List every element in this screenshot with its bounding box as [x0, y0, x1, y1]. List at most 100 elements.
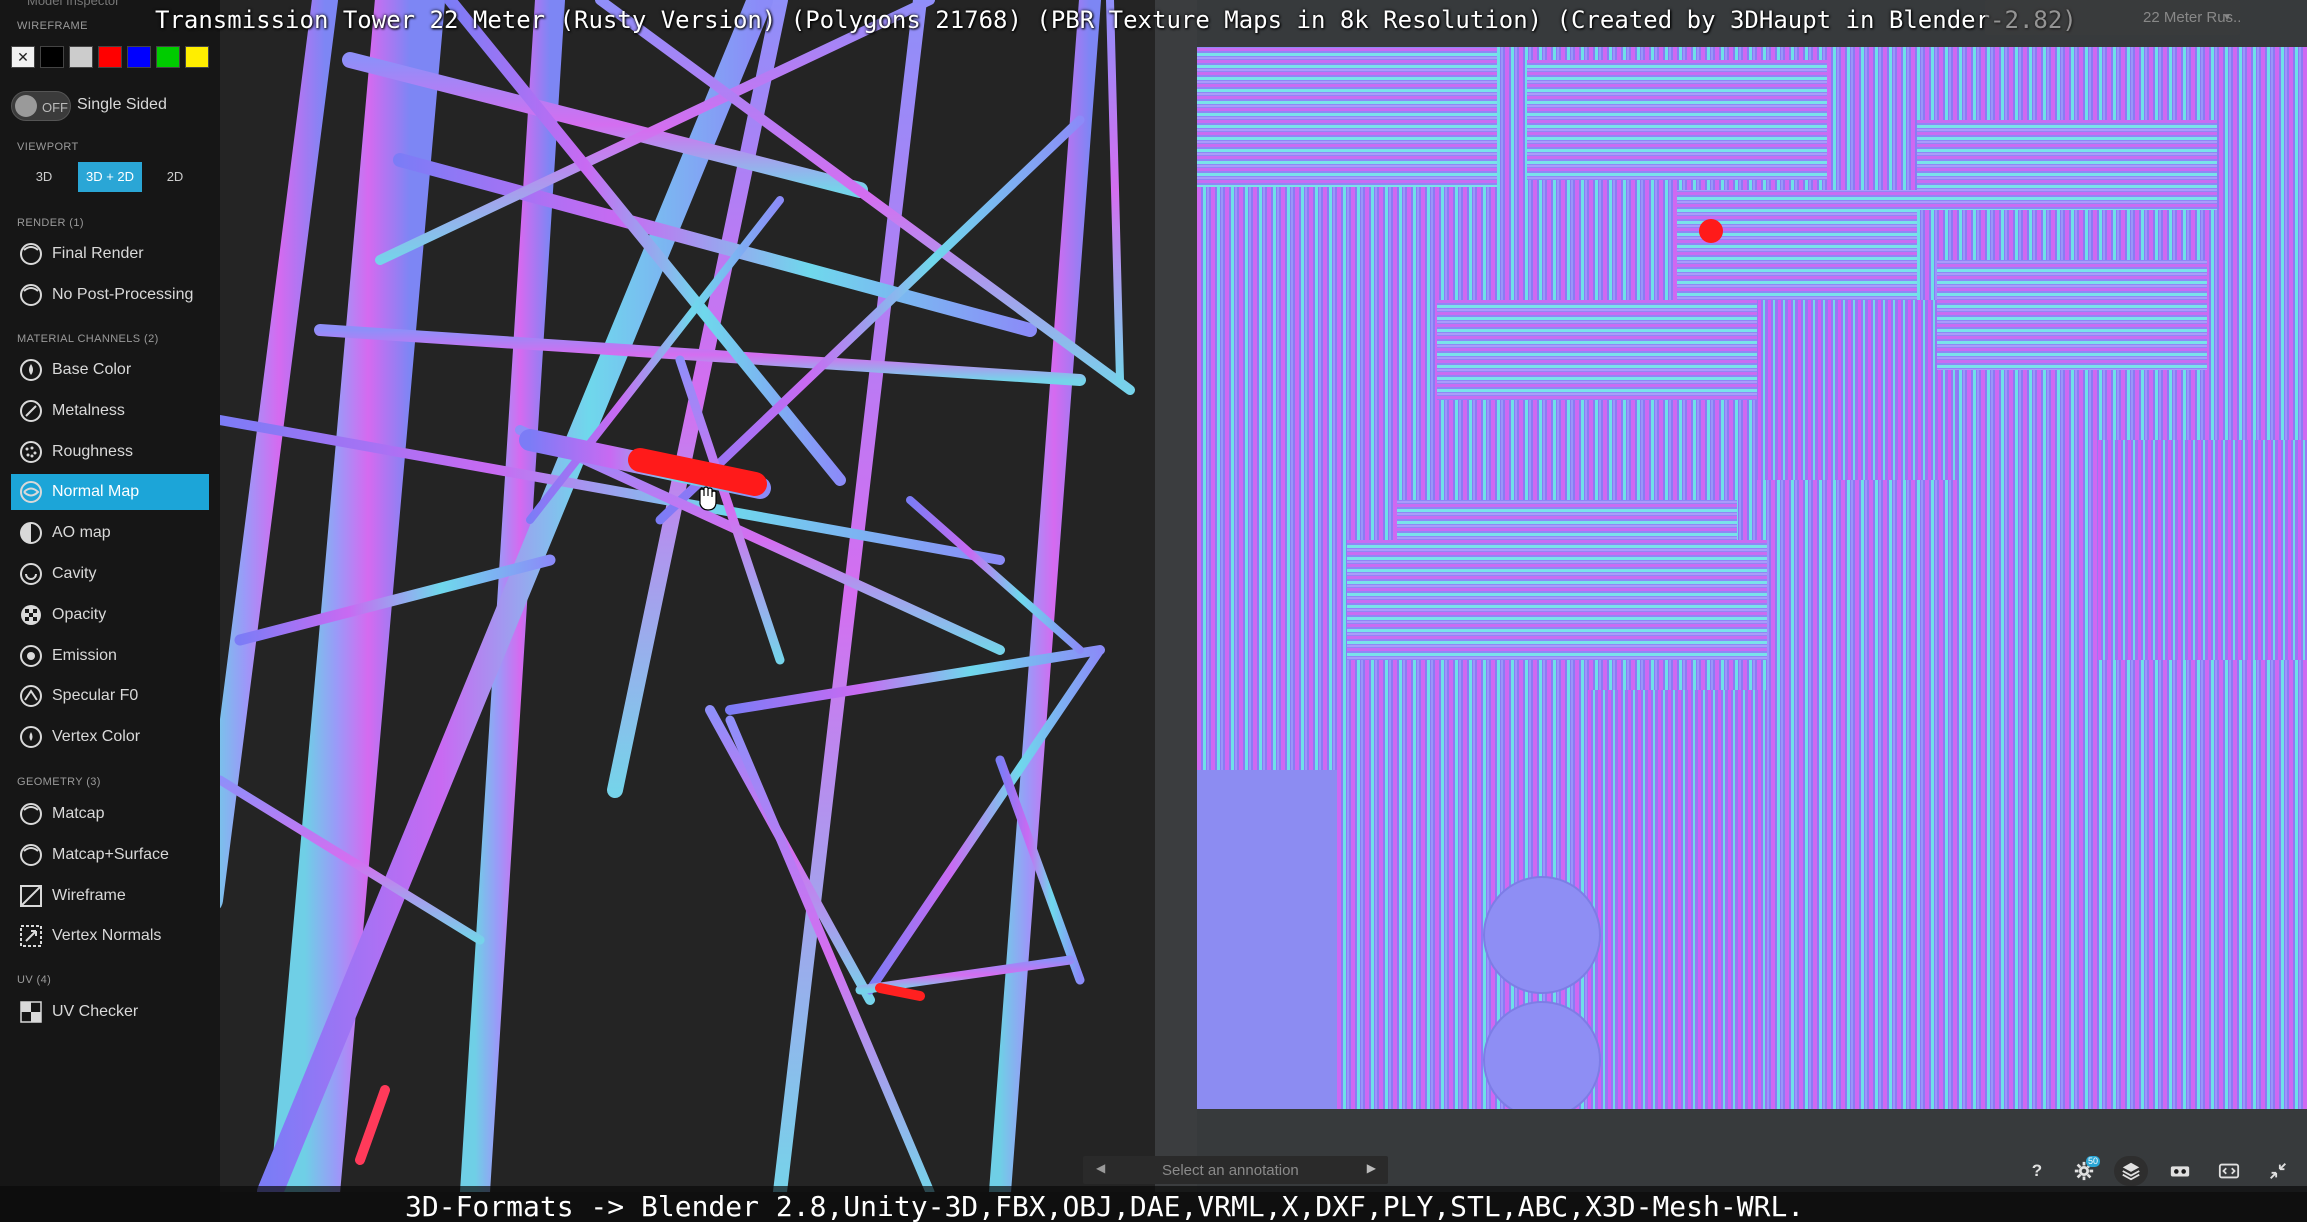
help-icon: ? — [2031, 1161, 2043, 1180]
2d-uv-viewport[interactable] — [1197, 0, 2307, 1192]
chevron-down-icon: ▼ — [2222, 12, 2232, 23]
annotation-placeholder: Select an annotation — [1162, 1162, 1299, 1179]
normal-map-icon — [18, 479, 44, 505]
vr-button[interactable] — [2163, 1156, 2197, 1186]
3d-viewport[interactable] — [220, 0, 1155, 1192]
channel-item-no-post-processing[interactable]: No Post-Processing — [11, 277, 209, 313]
uv-label: UV (4) — [17, 974, 52, 986]
single-sided-label: Single Sided — [77, 96, 167, 113]
channel-item-label: AO map — [52, 524, 111, 542]
wireframe-color-swatch[interactable]: ✕ — [11, 46, 35, 68]
viewport-option-3d2d[interactable]: 3D + 2D — [78, 162, 142, 192]
close-icon: ✕ — [17, 49, 29, 65]
channel-item-metalness[interactable]: Metalness — [11, 393, 209, 429]
channel-item-matcap-surface[interactable]: Matcap+Surface — [11, 837, 209, 873]
formats-caption: 3D-Formats -> Blender 2.8,Unity-3D,FBX,O… — [405, 1190, 1805, 1222]
viewport-option-3d[interactable]: 3D — [17, 162, 71, 192]
channel-item-wireframe[interactable]: Wireframe — [11, 878, 209, 914]
wireframe-color-swatch[interactable] — [98, 46, 122, 68]
wireframe-color-swatch[interactable] — [69, 46, 93, 68]
page-title: Transmission Tower 22 Meter (Rusty Versi… — [155, 6, 2077, 34]
channel-item-label: Base Color — [52, 361, 132, 378]
channel-item-vertex-color[interactable]: Vertex Color — [11, 719, 209, 755]
channel-item-label: Specular F0 — [52, 687, 139, 705]
embed-icon — [2218, 1163, 2240, 1179]
render-label: Render (1) — [17, 217, 84, 229]
channel-item-ao-map[interactable]: AO map — [11, 515, 209, 551]
channel-item-label: Roughness — [52, 442, 133, 460]
cavity-icon — [18, 561, 44, 587]
vr-headset-icon — [2170, 1166, 2190, 1177]
layers-button[interactable] — [2114, 1156, 2148, 1186]
matcap-surface-icon — [18, 842, 44, 868]
channel-item-roughness[interactable]: Roughness — [11, 434, 209, 470]
channel-item-label: Cavity — [52, 565, 97, 582]
embed-button[interactable] — [2212, 1156, 2246, 1186]
wireframe-color-swatch[interactable] — [156, 46, 180, 68]
wireframe-color-swatch[interactable] — [185, 46, 209, 68]
material-channels-label: Material Channels (2) — [17, 333, 159, 345]
uv-checker-icon — [18, 999, 44, 1025]
highlight-marker — [1699, 219, 1723, 243]
toggle-state: OFF — [42, 100, 68, 115]
ao-map-icon — [18, 520, 44, 546]
specular-icon — [18, 683, 44, 709]
channel-item-label: Matcap+Surface — [52, 845, 169, 863]
channel-item-label: Metalness — [52, 401, 125, 419]
panel-header: Model Inspector — [27, 0, 120, 8]
next-annotation-icon[interactable]: ▶ — [1367, 1161, 1376, 1175]
tower-normal-map-render — [220, 0, 1135, 1192]
toggle-knob — [15, 95, 37, 117]
channel-item-vertex-normals[interactable]: Vertex Normals — [11, 918, 209, 954]
viewport-divider[interactable] — [1155, 0, 1197, 1192]
settings-badge: 50 — [2086, 1156, 2101, 1167]
channel-item-emission[interactable]: Emission — [11, 638, 209, 674]
matcap-icon — [18, 801, 44, 827]
hand-cursor-icon — [699, 486, 717, 511]
channel-item-normal-map[interactable]: Normal Map — [11, 474, 209, 511]
channel-item-base-color[interactable]: Base Color — [11, 352, 209, 388]
channel-item-cavity[interactable]: Cavity — [11, 556, 209, 592]
final-render-icon — [18, 241, 44, 267]
channel-item-label: Final Render — [52, 245, 144, 262]
channel-item-label: No Post-Processing — [52, 285, 194, 303]
model-select-dropdown[interactable]: 22 Meter Rus... ▼ — [1985, 0, 2240, 35]
previous-annotation-icon[interactable]: ◀ — [1096, 1161, 1105, 1175]
channel-item-label: Normal Map — [52, 483, 140, 501]
model-inspector-panel: Model Inspector Wireframe ✕ OFF Single S… — [0, 0, 220, 1222]
vertex-normals-icon — [18, 923, 44, 949]
channel-item-final-render[interactable]: Final Render — [11, 236, 209, 272]
emission-icon — [18, 643, 44, 669]
annotation-selector[interactable]: ◀ Select an annotation ▶ — [1083, 1156, 1388, 1184]
normal-map-texture — [1197, 0, 2307, 1192]
viewport-label: Viewport — [17, 141, 79, 153]
channel-item-label: Vertex Color — [52, 728, 141, 746]
viewport-option-2d[interactable]: 2D — [148, 162, 202, 192]
settings-button[interactable]: 50 — [2067, 1156, 2101, 1186]
roughness-icon — [18, 439, 44, 465]
channel-item-label: Emission — [52, 646, 117, 664]
channel-item-specular-f0[interactable]: Specular F0 — [11, 678, 209, 714]
opacity-icon — [18, 602, 44, 628]
fullscreen-button[interactable] — [2261, 1156, 2295, 1186]
channel-item-uv-checker[interactable]: UV Checker — [11, 994, 209, 1030]
wireframe-color-swatch[interactable] — [40, 46, 64, 68]
wireframe-icon — [18, 883, 44, 909]
metalness-icon — [18, 398, 44, 424]
geometry-label: Geometry (3) — [17, 776, 101, 788]
channel-item-label: Opacity — [52, 605, 107, 623]
channel-item-matcap[interactable]: Matcap — [11, 796, 209, 832]
formats-footer: 3D-Formats -> Blender 2.8,Unity-3D,FBX,O… — [0, 1186, 2307, 1222]
channel-item-label: UV Checker — [52, 1003, 139, 1020]
channel-item-label: Wireframe — [52, 886, 126, 904]
collapse-arrows-icon — [2270, 1163, 2286, 1179]
base-color-icon — [18, 357, 44, 383]
wireframe-label: Wireframe — [17, 20, 88, 32]
channel-item-opacity[interactable]: Opacity — [11, 597, 209, 633]
wireframe-color-swatch[interactable] — [127, 46, 151, 68]
single-sided-toggle[interactable]: OFF — [11, 91, 71, 121]
channel-item-label: Matcap — [52, 805, 105, 822]
help-button[interactable]: ? — [2020, 1156, 2054, 1186]
layers-icon — [2122, 1162, 2140, 1181]
no-post-processing-icon — [18, 282, 44, 308]
